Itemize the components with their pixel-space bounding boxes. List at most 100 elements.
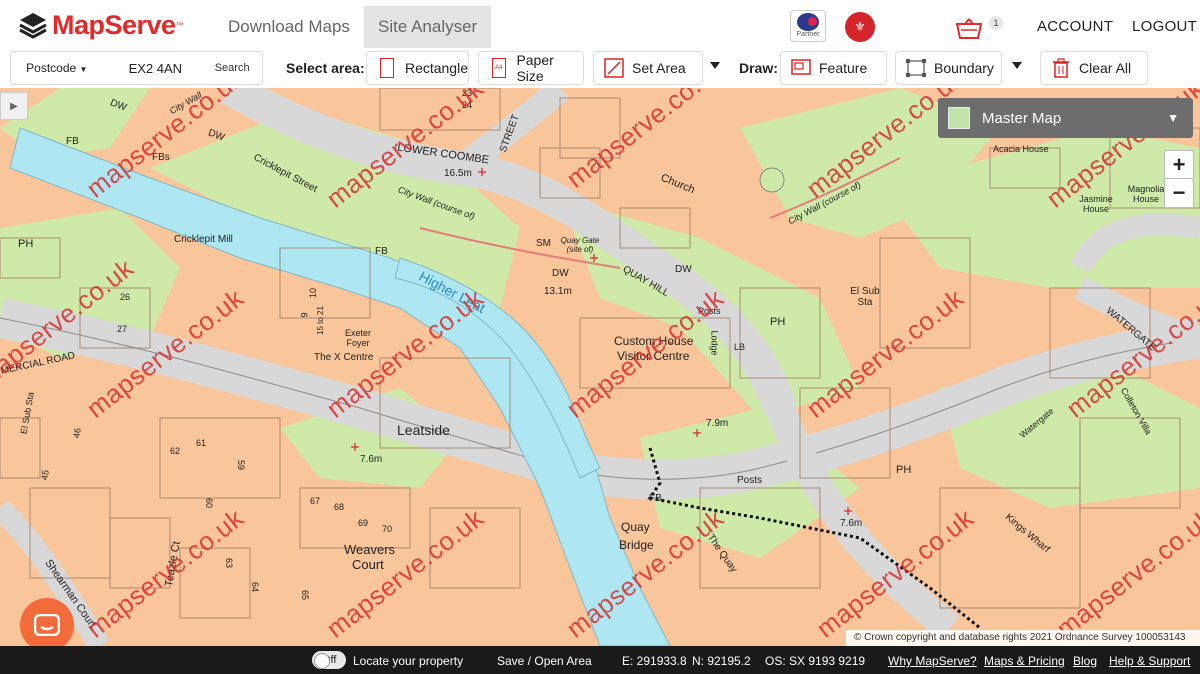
map-label-weavers: Weavers xyxy=(344,542,396,557)
map-label-sm: SM xyxy=(536,238,551,249)
map-label-number-46: 46 xyxy=(71,427,83,439)
map-label-number-68: 68 xyxy=(334,502,345,512)
set-area-dropdown-icon[interactable] xyxy=(710,62,720,69)
play-icon: ▶ xyxy=(10,100,18,112)
layers-logo-icon xyxy=(19,13,47,39)
map-label-number-65: 65 xyxy=(300,589,311,601)
paper-size-icon: A4 xyxy=(489,57,508,79)
locate-toggle[interactable]: Off xyxy=(312,651,346,669)
maps-pricing-link[interactable]: Maps & Pricing xyxy=(984,654,1065,668)
status-bar: Off Locate your property Save / Open Are… xyxy=(0,646,1200,674)
logout-link[interactable]: LOGOUT xyxy=(1132,18,1197,35)
base-layer-label: Master Map xyxy=(982,109,1062,127)
map-label-height-13-1: 13.1m xyxy=(544,286,572,297)
logo-text: MapServe xyxy=(52,9,176,40)
map-label-number-64: 64 xyxy=(250,581,261,593)
chevron-down-icon: ▼ xyxy=(1167,111,1179,125)
map-label-cricklepit-mill: Cricklepit Mill xyxy=(174,234,233,245)
map-label-number-69: 69 xyxy=(358,518,369,528)
map-label-el-sub-sta: El Sub Sta xyxy=(850,286,880,308)
map-label-lb: LB xyxy=(734,342,746,352)
save-open-area-button[interactable]: Save / Open Area xyxy=(497,654,592,668)
locate-label: Locate your property xyxy=(353,654,464,668)
boundary-label: Boundary xyxy=(934,60,994,76)
os-partner-badge: Partner xyxy=(790,10,826,42)
os-grid-reference: OS: SX 9193 9219 xyxy=(765,654,866,668)
map-label-ph-1: PH xyxy=(18,238,34,250)
postcode-input[interactable]: EX2 4AN xyxy=(103,61,203,76)
map-thumbnail-icon xyxy=(948,107,970,129)
mapserve-logo[interactable]: MapServe ™ xyxy=(18,10,184,40)
map-label-acacia-house: Acacia House xyxy=(993,144,1049,154)
draw-label: Draw: xyxy=(739,60,778,76)
map-label-magnolia-house: Magnolia House xyxy=(1127,184,1165,204)
map-toolbar: Postcode ▼ EX2 4AN Search Select area: R… xyxy=(0,48,1200,88)
map-label-number-26: 26 xyxy=(120,292,131,302)
zoom-in-button[interactable]: + xyxy=(1164,150,1194,180)
boundary-dropdown-icon[interactable] xyxy=(1012,62,1022,69)
map-label-the-x-centre: The X Centre xyxy=(314,352,374,363)
map-label-dw-4: DW xyxy=(675,264,692,275)
paper-size-label: Paper Size xyxy=(516,52,554,84)
set-area-icon xyxy=(604,57,624,79)
copyright-notice: © Crown copyright and database rights 20… xyxy=(846,630,1200,646)
map-label-quay-gate: Quay Gate (site of) xyxy=(560,236,600,254)
feature-icon xyxy=(791,57,811,79)
basket-icon[interactable] xyxy=(956,18,982,40)
why-mapserve-link[interactable]: Why MapServe? xyxy=(888,654,977,668)
rectangle-button[interactable]: Rectangle xyxy=(366,51,469,85)
rectangle-icon xyxy=(377,57,397,79)
postcode-search: Postcode ▼ EX2 4AN Search xyxy=(10,51,263,85)
map-label-height-7-6: 7.6m xyxy=(360,454,383,465)
map-label-leatside: Leatside xyxy=(397,422,450,438)
easting-readout: E: 291933.8 xyxy=(622,654,687,668)
tab-download-maps[interactable]: Download Maps xyxy=(214,6,364,48)
zoom-out-button[interactable]: − xyxy=(1164,178,1194,208)
account-link[interactable]: ACCOUNT xyxy=(1037,18,1113,35)
set-area-button[interactable]: Set Area xyxy=(593,51,703,85)
clear-all-button[interactable]: Clear All xyxy=(1040,51,1148,85)
map-label-number-62: 62 xyxy=(170,446,181,456)
map-label-number-45: 45 xyxy=(39,469,51,481)
clear-all-label: Clear All xyxy=(1079,60,1132,76)
postcode-select-label: Postcode xyxy=(26,61,77,75)
map-label-number-60: 60 xyxy=(204,497,215,509)
chat-launcher-button[interactable] xyxy=(20,598,74,652)
help-support-link[interactable]: Help & Support xyxy=(1109,654,1190,668)
app-header: MapServe ™ Download Maps Site Analyser P… xyxy=(0,0,1200,48)
basket-count-badge: 1 xyxy=(989,16,1003,30)
map-label-ph-3: PH xyxy=(896,464,912,476)
search-button[interactable]: Search xyxy=(202,62,262,74)
feature-button[interactable]: Feature xyxy=(780,51,887,85)
map-label-number-59: 59 xyxy=(236,459,247,471)
paper-size-button[interactable]: A4 Paper Size xyxy=(478,51,584,85)
map-label-lodge: Lodge xyxy=(709,330,720,356)
select-area-label: Select area: xyxy=(286,60,365,76)
map-label-number-67: 67 xyxy=(310,496,321,506)
blog-link[interactable]: Blog xyxy=(1073,654,1097,668)
postcode-select[interactable]: Postcode ▼ xyxy=(11,61,103,75)
tab-site-analyser[interactable]: Site Analyser xyxy=(364,6,492,48)
side-panel-toggle[interactable]: ▶ xyxy=(0,92,28,120)
map-label-fb-3: FB xyxy=(649,493,662,504)
logo-trademark: ™ xyxy=(175,20,184,30)
map-label-fb-1: FB xyxy=(66,136,79,147)
map-label-posts-2: Posts xyxy=(737,475,763,486)
map-canvas[interactable]: LOWER COOMBE STREET 16.5m 23 24 Cricklep… xyxy=(0,88,1200,646)
map-label-number-10: 10 xyxy=(308,287,319,299)
crest-icon: ⚜ xyxy=(845,12,875,42)
map-label-court: Court xyxy=(352,557,384,572)
map-label-height-16-5: 16.5m xyxy=(444,168,472,179)
map-label-number-61: 61 xyxy=(196,438,207,448)
boundary-button[interactable]: Boundary xyxy=(895,51,1002,85)
base-layer-select[interactable]: Master Map ▼ xyxy=(938,98,1193,138)
map-label-dw-3: DW xyxy=(552,268,569,279)
set-area-label: Set Area xyxy=(632,60,686,76)
map-label-number-9: 9 xyxy=(299,312,310,318)
map-label-height-7-6b: 7.6m xyxy=(840,518,863,529)
chevron-down-icon: ▼ xyxy=(79,65,88,74)
map-label-number-27: 27 xyxy=(117,324,128,334)
chat-icon xyxy=(34,614,60,636)
map-label-number-63: 63 xyxy=(224,557,235,569)
map-label-exeter-foyer: Exeter Foyer xyxy=(344,328,371,348)
